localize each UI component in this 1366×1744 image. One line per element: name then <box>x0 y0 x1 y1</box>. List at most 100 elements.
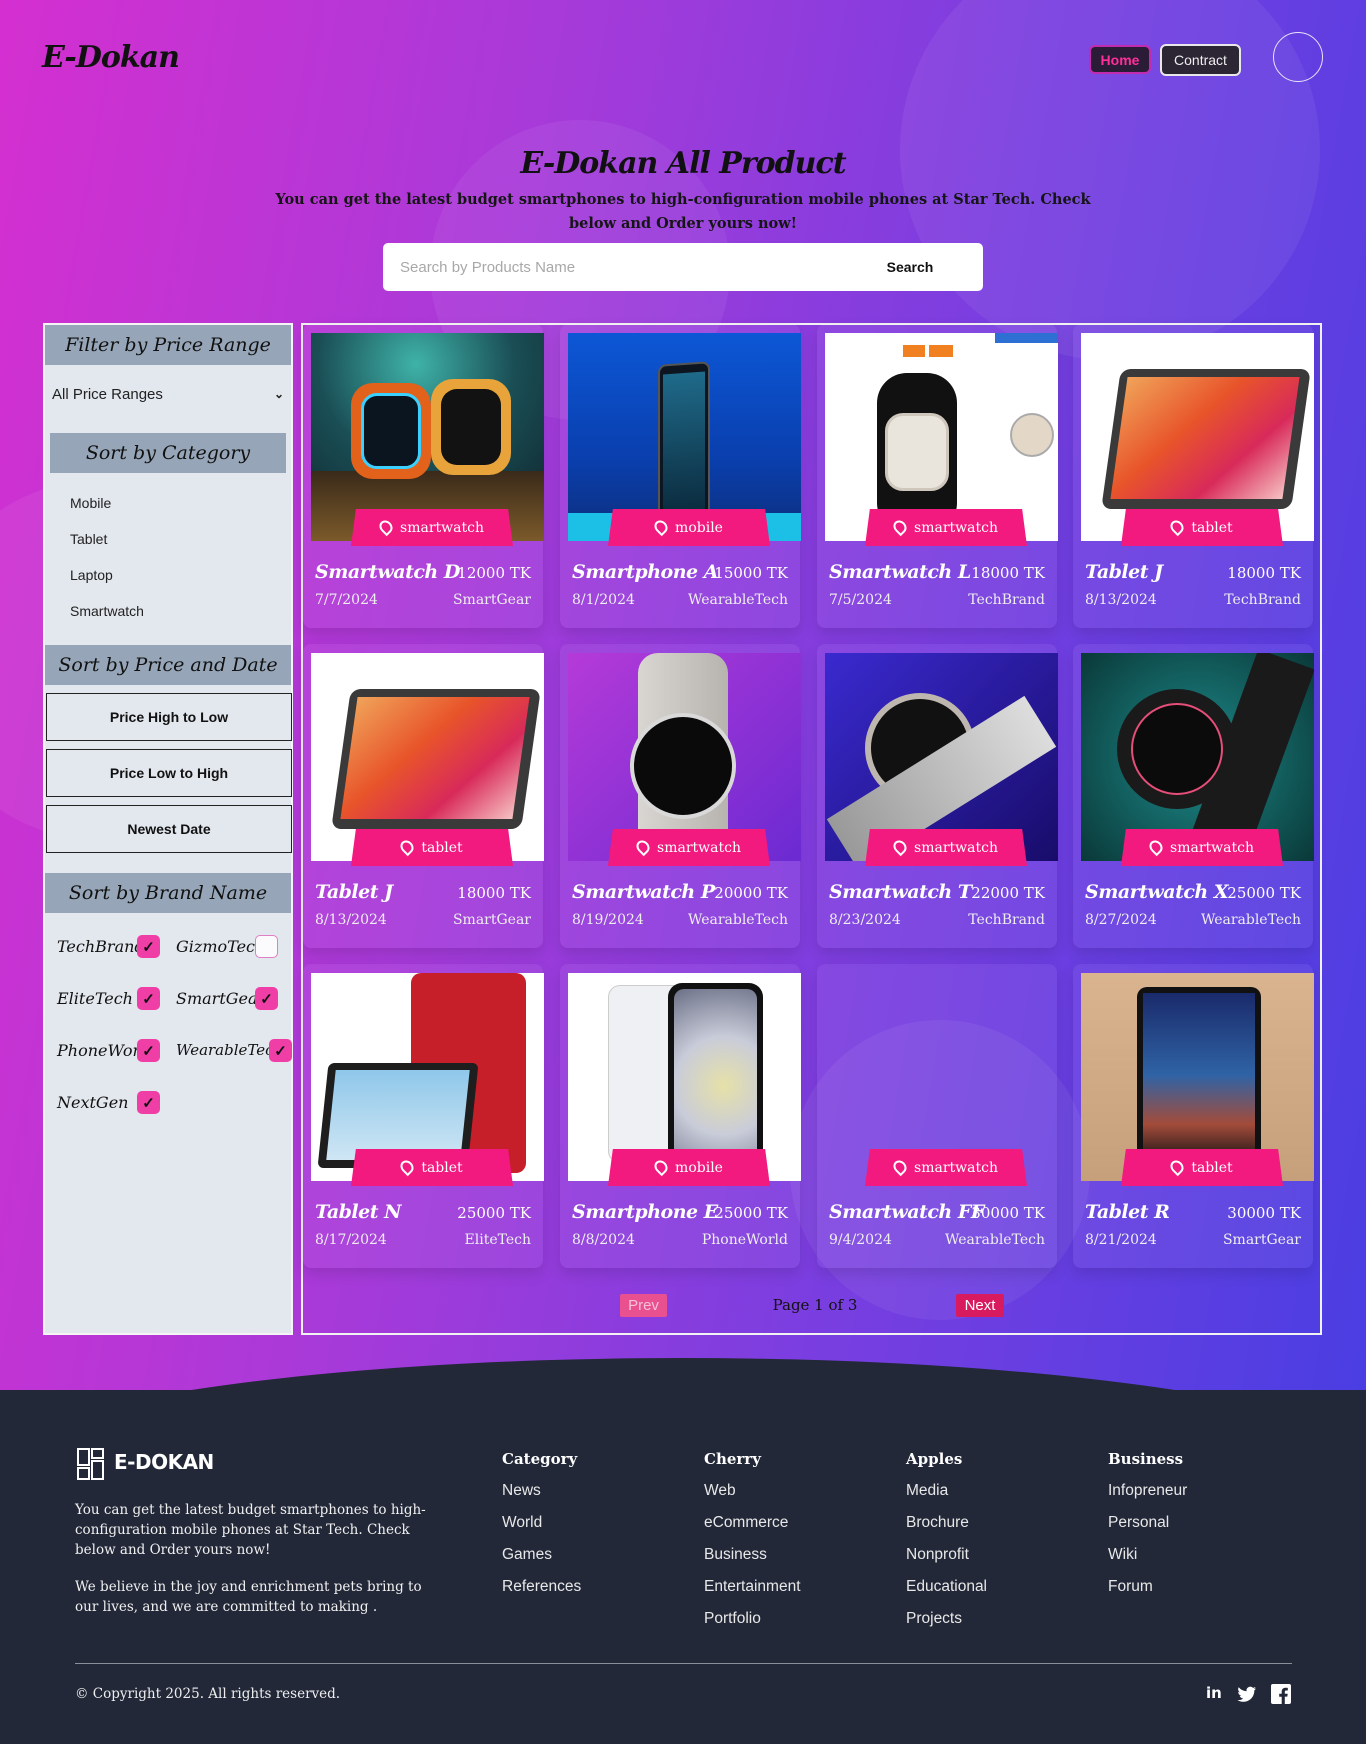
product-name[interactable]: Tablet J <box>1085 561 1163 583</box>
footer-link[interactable]: Business <box>704 1546 767 1564</box>
location-pin-icon <box>890 837 910 856</box>
category-tablet[interactable]: Tablet <box>70 531 107 547</box>
product-card[interactable]: smartwatch Smartwatch X 25000 TK 8/27/2024 W… <box>1073 644 1314 948</box>
product-name[interactable]: Smartphone E <box>572 1201 718 1223</box>
footer-link[interactable]: World <box>502 1514 542 1532</box>
product-card[interactable]: mobile Smartphone E 25000 TK 8/8/2024 PhoneW… <box>560 964 801 1268</box>
footer-link[interactable]: Forum <box>1108 1578 1153 1596</box>
footer-link[interactable]: Media <box>906 1482 948 1500</box>
price-filter-title: Filter by Price Range <box>45 325 291 365</box>
brand-checkbox-wearabletech[interactable]: ✓ <box>269 1039 292 1062</box>
footer-link[interactable]: Infopreneur <box>1108 1482 1187 1500</box>
product-brand: WearableTech <box>1200 912 1301 928</box>
footer-link[interactable]: Web <box>704 1482 736 1500</box>
product-price: 25000 TK <box>714 1204 788 1222</box>
location-pin-icon <box>651 1157 671 1176</box>
logo-grid-icon <box>77 1448 104 1480</box>
category-laptop[interactable]: Laptop <box>70 567 113 583</box>
brand-checkbox-elitetech[interactable]: ✓ <box>137 987 160 1010</box>
footer-link[interactable]: Entertainment <box>704 1578 801 1596</box>
footer-link[interactable]: News <box>502 1482 541 1500</box>
search-input[interactable] <box>383 243 853 291</box>
sort-price-high-low-button[interactable]: Price High to Low <box>46 693 292 741</box>
footer-col-apples-title: Apples <box>906 1450 963 1468</box>
sort-newest-date-button[interactable]: Newest Date <box>46 805 292 853</box>
brand-checkbox-smartgear[interactable]: ✓ <box>255 987 278 1010</box>
product-name[interactable]: Smartwatch D <box>315 561 460 583</box>
category-tag-label: tablet <box>421 1159 463 1176</box>
footer-link[interactable]: Wiki <box>1108 1546 1137 1564</box>
product-name[interactable]: Smartwatch L <box>829 561 971 583</box>
next-page-button[interactable]: Next <box>956 1294 1004 1317</box>
search-button[interactable]: Search <box>860 257 960 277</box>
product-card[interactable]: smartwatch Smartwatch L 18000 TK 7/5/2024 Te… <box>817 324 1058 628</box>
footer-link[interactable]: References <box>502 1578 581 1596</box>
brand-label-smartgear: SmartGear <box>176 989 266 1008</box>
category-tag-label: tablet <box>1191 1159 1233 1176</box>
category-mobile[interactable]: Mobile <box>70 495 111 511</box>
product-card[interactable]: tablet Tablet R 30000 TK 8/21/2024 SmartGear <box>1073 964 1314 1268</box>
twitter-icon[interactable] <box>1237 1686 1257 1703</box>
price-range-select[interactable]: All Price Ranges ⌄ <box>52 380 288 408</box>
product-name[interactable]: Smartwatch P <box>572 881 715 903</box>
product-card[interactable]: tablet Tablet J 18000 TK 8/13/2024 TechBrand <box>1073 324 1314 628</box>
user-avatar[interactable] <box>1273 32 1323 82</box>
footer-link[interactable]: Portfolio <box>704 1610 761 1628</box>
product-name[interactable]: Smartwatch T <box>829 881 972 903</box>
footer-col-business-title: Business <box>1108 1450 1184 1468</box>
page-title: E-Dokan All Product <box>520 146 846 181</box>
sort-price-date-title: Sort by Price and Date <box>45 645 291 685</box>
product-date: 8/21/2024 <box>1085 1232 1157 1248</box>
product-name[interactable]: Smartphone A <box>572 561 718 583</box>
product-brand: TechBrand <box>1224 592 1301 608</box>
product-date: 8/19/2024 <box>572 912 644 928</box>
product-name[interactable]: Tablet R <box>1085 1201 1170 1223</box>
location-pin-icon <box>398 837 417 856</box>
product-price: 22000 TK <box>971 884 1045 902</box>
product-name[interactable]: Smartwatch X <box>1085 881 1229 903</box>
product-card[interactable]: tablet Tablet N 25000 TK 8/17/2024 EliteTech <box>303 964 544 1268</box>
footer-link[interactable]: Nonprofit <box>906 1546 969 1564</box>
product-card[interactable]: mobile Smartphone A 15000 TK 8/1/2024 Wearab… <box>560 324 801 628</box>
linkedin-icon[interactable]: in <box>1206 1684 1222 1702</box>
category-tag: smartwatch <box>351 509 513 546</box>
category-smartwatch[interactable]: Smartwatch <box>70 603 144 619</box>
footer-wave <box>0 1358 1366 1390</box>
brand-checkbox-phoneworld[interactable]: ✓ <box>137 1039 160 1062</box>
brand-checkbox-nextgen[interactable]: ✓ <box>137 1091 160 1114</box>
footer-link[interactable]: eCommerce <box>704 1514 788 1532</box>
footer-logo[interactable]: E-DOKAN <box>114 1450 214 1474</box>
location-pin-icon <box>633 837 653 856</box>
category-tag: mobile <box>608 509 770 546</box>
prev-page-button[interactable]: Prev <box>620 1294 667 1317</box>
product-card[interactable]: smartwatch Smartwatch D 12000 TK 7/7/2024 Sm… <box>303 324 544 628</box>
product-name[interactable]: Smartwatch FF <box>829 1201 984 1223</box>
product-card[interactable]: smartwatch Smartwatch FF 30000 TK 9/4/2024 W… <box>817 964 1057 1268</box>
product-card[interactable]: smartwatch Smartwatch P 20000 TK 8/19/2024 W… <box>560 644 801 948</box>
site-logo[interactable]: E-Dokan <box>42 40 180 75</box>
brand-checkbox-gizmotech[interactable] <box>255 935 278 958</box>
category-tag: smartwatch <box>865 1149 1027 1186</box>
product-brand: PhoneWorld <box>701 1232 788 1248</box>
footer-link[interactable]: Brochure <box>906 1514 969 1532</box>
product-brand: EliteTech <box>464 1232 531 1248</box>
chevron-down-icon: ⌄ <box>273 387 284 401</box>
category-tag: smartwatch <box>865 509 1027 546</box>
footer-link[interactable]: Personal <box>1108 1514 1169 1532</box>
product-name[interactable]: Tablet J <box>315 881 393 903</box>
footer-link[interactable]: Educational <box>906 1578 987 1596</box>
nav-home-button[interactable]: Home <box>1089 45 1151 74</box>
facebook-icon[interactable] <box>1271 1684 1291 1704</box>
footer-link[interactable]: Games <box>502 1546 552 1564</box>
brand-checkbox-techbrand[interactable]: ✓ <box>137 935 160 958</box>
product-brand: SmartGear <box>1222 1232 1301 1248</box>
product-card[interactable]: smartwatch Smartwatch T 22000 TK 8/23/2024 T… <box>817 644 1058 948</box>
sort-price-low-high-button[interactable]: Price Low to High <box>46 749 292 797</box>
product-name[interactable]: Tablet N <box>315 1201 401 1223</box>
product-date: 8/13/2024 <box>315 912 387 928</box>
product-brand: WearableTech <box>687 912 788 928</box>
location-pin-icon <box>651 517 671 536</box>
footer-link[interactable]: Projects <box>906 1610 962 1628</box>
nav-contract-button[interactable]: Contract <box>1160 44 1241 76</box>
product-card[interactable]: tablet Tablet J 18000 TK 8/13/2024 SmartGear <box>303 644 544 948</box>
